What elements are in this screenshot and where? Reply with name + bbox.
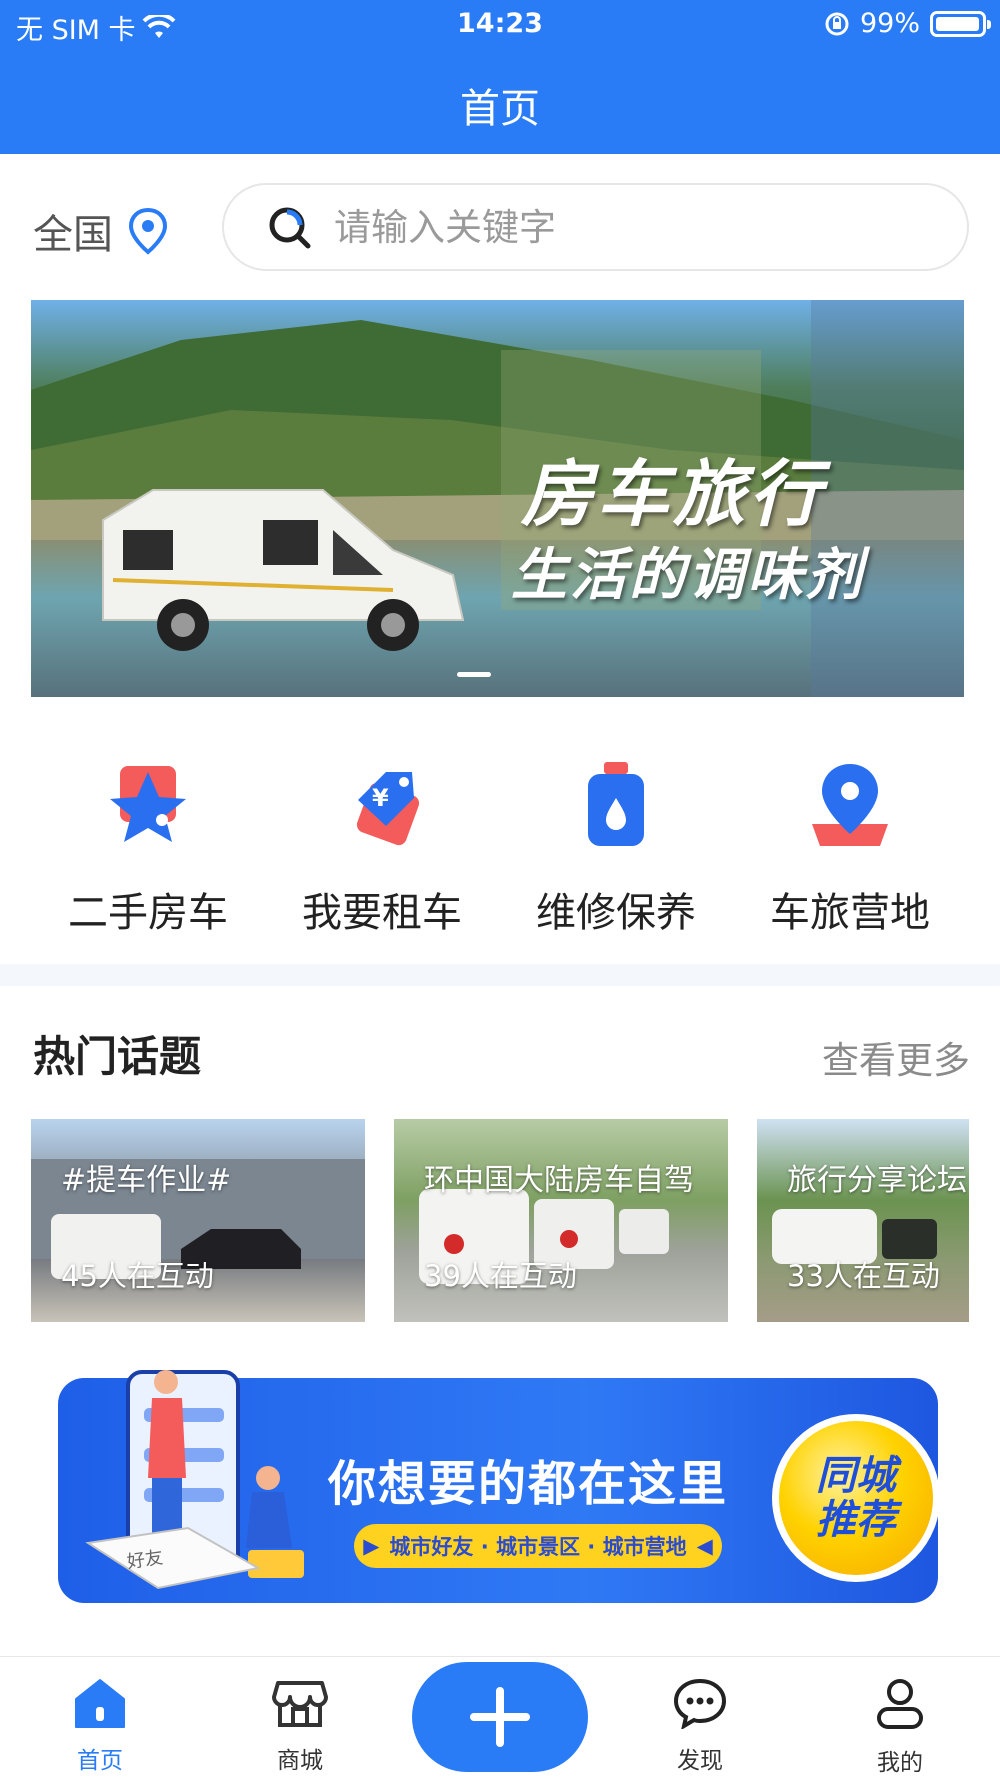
promo-headline: 你想要的都在这里 <box>328 1456 729 1512</box>
play-left-icon: ◀ <box>696 1534 713 1558</box>
quick-entry-grid: 二手房车 ¥ 我要租车 维修保养 车旅营地 <box>0 758 1000 936</box>
oil-bottle-icon <box>566 758 666 858</box>
topic-card[interactable]: 旅行分享论坛 33人在互动 <box>757 1119 969 1322</box>
carousel-indicator <box>457 672 491 677</box>
topic-card[interactable]: 环中国大陆房车自驾 39人在互动 <box>394 1119 728 1322</box>
banner-subtitle: 生活的调味剂 <box>511 542 865 608</box>
same-city-badge[interactable]: 同城 推荐 <box>772 1414 940 1582</box>
topic-name: #提车作业# <box>61 1163 232 1198</box>
hot-topics-title: 热门话题 <box>33 1032 202 1081</box>
tab-label: 发现 <box>677 1748 723 1774</box>
quick-entry-label: 维修保养 <box>536 890 696 936</box>
quick-entry-label: 二手房车 <box>68 890 228 936</box>
tag-icon: ¥ <box>332 758 432 858</box>
search-icon <box>269 207 311 249</box>
tab-home[interactable]: 首页 <box>40 1677 160 1775</box>
quick-entry-label: 我要租车 <box>302 890 462 936</box>
topic-name: 环中国大陆房车自驾 <box>424 1163 694 1198</box>
top-header: 无 SIM 卡 14:23 99% 首页 <box>0 0 1000 154</box>
promo-tags-text: 城市好友 · 城市景区 · 城市营地 <box>389 1535 687 1559</box>
bottom-tab-bar: 首页 商城 发现 我的 <box>0 1656 1000 1778</box>
region-label: 全国 <box>33 212 113 258</box>
chat-bubble-icon <box>673 1678 727 1731</box>
shop-icon <box>272 1681 328 1727</box>
topic-count: 45人在互动 <box>61 1259 214 1293</box>
region-selector[interactable]: 全国 <box>33 202 169 260</box>
tab-label: 首页 <box>77 1748 123 1774</box>
topic-count: 33人在互动 <box>787 1259 940 1293</box>
search-input[interactable] <box>334 205 934 249</box>
page-title: 首页 <box>460 86 540 132</box>
play-right-icon: ▶ <box>363 1534 380 1558</box>
topic-count: 39人在互动 <box>424 1259 577 1293</box>
tab-mine[interactable]: 我的 <box>840 1677 960 1777</box>
tab-label: 商城 <box>277 1748 323 1774</box>
battery-icon <box>930 10 991 37</box>
rv-image <box>102 489 465 651</box>
promo-illustration: 好友 <box>85 1370 304 1590</box>
star-icon <box>98 758 198 858</box>
section-divider <box>0 964 1000 986</box>
status-bar: 无 SIM 卡 14:23 99% <box>0 0 1000 50</box>
tab-shop[interactable]: 商城 <box>240 1677 360 1775</box>
location-pin-icon <box>800 758 900 858</box>
rotation-lock-icon <box>825 12 849 35</box>
banner-title: 房车旅行 <box>521 451 826 536</box>
badge-line1: 同城 <box>816 1453 896 1499</box>
quick-entry-rent-car[interactable]: ¥ 我要租车 <box>265 758 499 938</box>
quick-entry-used-rv[interactable]: 二手房车 <box>31 758 265 938</box>
publish-button[interactable] <box>412 1662 588 1772</box>
topic-card[interactable]: #提车作业# 45人在互动 <box>31 1119 365 1322</box>
location-pin-icon <box>128 207 168 255</box>
tab-label: 我的 <box>877 1750 923 1776</box>
svg-text:¥: ¥ <box>372 784 389 812</box>
promo-tags: ▶ 城市好友 · 城市景区 · 城市营地 ◀ <box>354 1524 722 1568</box>
home-icon <box>75 1679 125 1728</box>
quick-entry-label: 车旅营地 <box>770 890 930 936</box>
badge-line2: 推荐 <box>816 1497 896 1543</box>
tab-discover[interactable]: 发现 <box>640 1677 760 1775</box>
battery-percent: 99% <box>859 8 920 39</box>
promo-banner[interactable]: 好友 你想要的都在这里 ▶ 城市好友 · 城市景区 · 城市营地 ◀ 同城 推荐 <box>48 1368 952 1613</box>
topic-name: 旅行分享论坛 <box>787 1163 967 1198</box>
view-more-link[interactable]: 查看更多 <box>822 1030 970 1084</box>
quick-entry-maintenance[interactable]: 维修保养 <box>499 758 733 938</box>
quick-entry-campsite[interactable]: 车旅营地 <box>733 758 967 938</box>
user-icon <box>877 1679 923 1729</box>
search-box[interactable] <box>222 183 969 271</box>
hot-topics-list: #提车作业# 45人在互动 环中国大陆房车自驾 39人在互动 旅行分享论坛 33… <box>31 1119 969 1322</box>
banner-carousel[interactable]: 房车旅行 生活的调味剂 <box>31 300 964 697</box>
plus-icon <box>470 1687 530 1747</box>
